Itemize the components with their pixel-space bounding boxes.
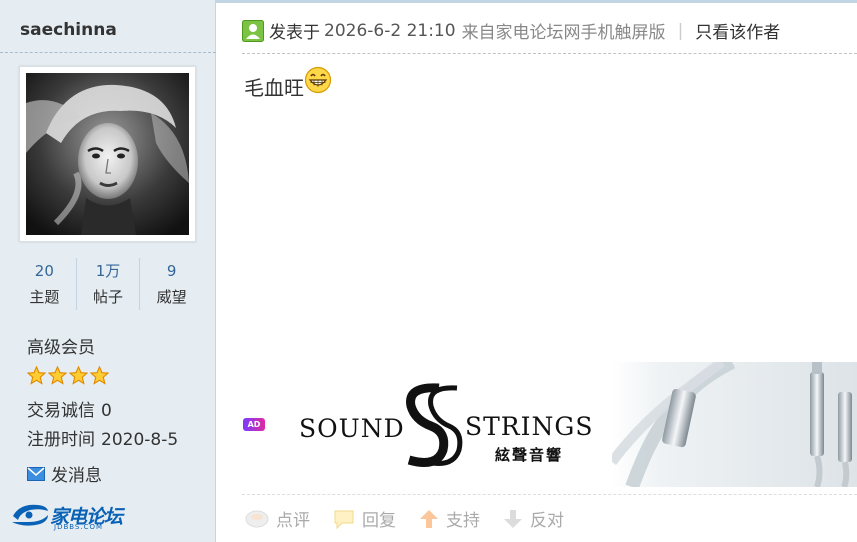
- support-label: 支持: [446, 511, 480, 531]
- stat-label: 威望: [156, 288, 187, 306]
- avatar[interactable]: [19, 66, 196, 242]
- cable-product-image: [612, 362, 857, 487]
- ad-banner[interactable]: SOUND STRINGS 絃聲音響: [287, 362, 857, 487]
- reply-icon: [334, 510, 354, 529]
- reply-label: 回复: [362, 511, 396, 531]
- divider: [0, 52, 216, 53]
- comment-icon: [245, 510, 269, 527]
- post-date: 2026-6-2 21:10: [324, 20, 456, 41]
- trade-credit: 交易诚信 0: [27, 396, 112, 421]
- author-sidebar: saechinna 20 主题 1万 帖子 9 威望 高级会员 交易诚信 0 注…: [0, 0, 216, 542]
- stat-label: 主题: [29, 288, 60, 306]
- stat-label: 帖子: [93, 288, 124, 306]
- separator: |: [677, 20, 684, 41]
- register-date-value: 2020-8-5: [101, 430, 179, 450]
- author-username[interactable]: saechinna: [20, 20, 117, 40]
- comment-label: 点评: [276, 511, 310, 531]
- post-source[interactable]: 来自家电论坛网手机触屏版: [462, 18, 666, 43]
- user-stats: 20 主题 1万 帖子 9 威望: [13, 258, 203, 310]
- online-user-icon: [242, 19, 264, 42]
- send-message-label: 发消息: [51, 466, 102, 486]
- logo-subtext: JDBBS.COM: [54, 523, 104, 531]
- stat-value: 20: [34, 262, 54, 280]
- stat-value: 9: [166, 262, 177, 280]
- star-icon: [48, 366, 67, 385]
- brand-ss-logo-icon: [406, 383, 463, 467]
- star-icon: [90, 366, 109, 385]
- divider: [242, 53, 857, 54]
- only-author-link[interactable]: 只看该作者: [695, 18, 780, 43]
- rank-stars: [27, 366, 109, 385]
- stat-posts[interactable]: 1万 帖子: [75, 258, 140, 310]
- support-button[interactable]: 支持: [418, 506, 480, 531]
- trade-credit-value: 0: [101, 401, 112, 421]
- posted-prefix: 发表于: [269, 23, 320, 43]
- avatar-image: [26, 73, 189, 235]
- comment-button[interactable]: 点评: [244, 506, 310, 531]
- stat-prestige[interactable]: 9 威望: [139, 258, 203, 310]
- site-logo[interactable]: 家电论坛 JDBBS.COM: [10, 500, 123, 531]
- star-icon: [27, 366, 46, 385]
- stat-value: 1万: [95, 262, 121, 280]
- ad-brand-right: STRINGS: [465, 412, 594, 441]
- ad-badge: AD: [243, 418, 265, 431]
- ad-brand-left: SOUND: [299, 414, 405, 443]
- oppose-button[interactable]: 反对: [502, 506, 564, 531]
- post-content: 毛血旺: [244, 66, 332, 101]
- oppose-label: 反对: [530, 511, 564, 531]
- logo-swoosh-icon: [12, 504, 48, 526]
- grin-emoji-icon: [304, 66, 332, 94]
- send-message-link[interactable]: 发消息: [27, 461, 102, 486]
- post-meta: 发表于 2026-6-2 21:10 来自家电论坛网手机触屏版 | 只看该作者: [242, 18, 780, 43]
- envelope-icon: [27, 466, 45, 481]
- stat-threads[interactable]: 20 主题: [13, 258, 76, 310]
- star-icon: [69, 366, 88, 385]
- divider: [242, 494, 857, 495]
- thumb-down-arrow-icon: [504, 509, 522, 528]
- post-actions: 点评 回复 支持 反对: [244, 506, 564, 531]
- user-rank[interactable]: 高级会员: [27, 333, 95, 358]
- reply-button[interactable]: 回复: [332, 506, 396, 531]
- post-text: 毛血旺: [244, 76, 304, 100]
- register-date: 注册时间 2020-8-5: [27, 425, 178, 450]
- thumb-up-arrow-icon: [420, 509, 438, 528]
- ad-brand-cn: 絃聲音響: [495, 446, 564, 464]
- trade-credit-label: 交易诚信: [27, 401, 95, 421]
- register-date-label: 注册时间: [27, 430, 95, 450]
